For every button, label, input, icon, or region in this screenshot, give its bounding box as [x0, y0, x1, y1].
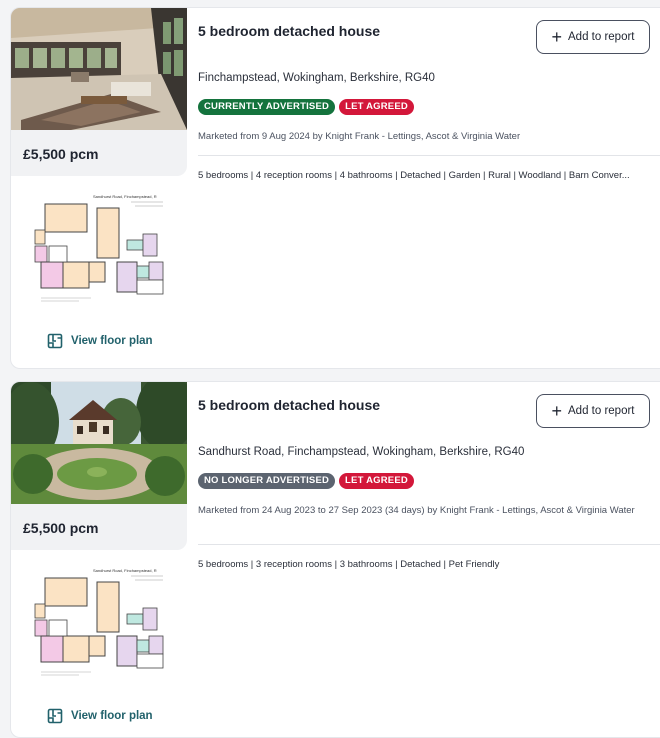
view-floor-plan-label: View floor plan: [71, 335, 153, 347]
listing-card[interactable]: £5,500 pcm Sandhurst Road, Finchampstead…: [10, 7, 660, 369]
listing-price: £5,500 pcm: [23, 520, 99, 536]
listing-card[interactable]: £5,500 pcm Sandhurst Road, Finchampstead…: [10, 381, 660, 738]
listing-photo[interactable]: [11, 382, 187, 504]
add-to-report-button[interactable]: + Add to report: [536, 394, 650, 428]
floor-plan-heading: Sandhurst Road, Finchampstead, R: [93, 194, 157, 199]
add-to-report-button[interactable]: + Add to report: [536, 20, 650, 54]
marketed-info: Marketed from 24 Aug 2023 to 27 Sep 2023…: [198, 505, 635, 516]
status-badges: NO LONGER ADVERTISED LET AGREED: [198, 473, 414, 489]
status-badge-no-longer-advertised: NO LONGER ADVERTISED: [198, 473, 336, 489]
view-floor-plan-link[interactable]: View floor plan: [47, 706, 153, 726]
floor-plan-heading: Sandhurst Road, Finchampstead, R: [93, 568, 157, 573]
floor-plan-icon: [47, 333, 63, 349]
status-badge-let-agreed: LET AGREED: [339, 99, 414, 115]
listing-title[interactable]: 5 bedroom detached house: [198, 23, 380, 39]
view-floor-plan-label: View floor plan: [71, 710, 153, 722]
add-to-report-label: Add to report: [568, 31, 635, 43]
listing-price: £5,500 pcm: [23, 146, 99, 162]
price-panel: £5,500 pcm: [11, 130, 187, 176]
plus-icon: +: [551, 27, 563, 47]
floor-plan-icon: [47, 708, 63, 724]
add-to-report-label: Add to report: [568, 405, 635, 417]
marketed-info: Marketed from 9 Aug 2024 by Knight Frank…: [198, 131, 521, 142]
floor-plan-thumbnail[interactable]: Sandhurst Road, Finchampstead, R: [31, 190, 167, 308]
divider: [198, 544, 660, 545]
view-floor-plan-link[interactable]: View floor plan: [47, 331, 153, 351]
listing-address: Finchampstead, Wokingham, Berkshire, RG4…: [198, 72, 435, 84]
listing-title[interactable]: 5 bedroom detached house: [198, 397, 380, 413]
divider: [198, 155, 660, 156]
status-badge-let-agreed: LET AGREED: [339, 473, 414, 489]
plus-icon: +: [551, 401, 563, 421]
floor-plan-thumbnail[interactable]: Sandhurst Road, Finchampstead, R: [31, 564, 167, 682]
listing-features: 5 bedrooms | 4 reception rooms | 4 bathr…: [198, 170, 630, 181]
status-badge-advertised: CURRENTLY ADVERTISED: [198, 99, 336, 115]
listing-features: 5 bedrooms | 3 reception rooms | 3 bathr…: [198, 559, 500, 570]
price-panel: £5,500 pcm: [11, 504, 187, 550]
listing-address: Sandhurst Road, Finchampstead, Wokingham…: [198, 446, 525, 458]
status-badges: CURRENTLY ADVERTISED LET AGREED: [198, 99, 414, 115]
listing-photo[interactable]: [11, 8, 187, 130]
